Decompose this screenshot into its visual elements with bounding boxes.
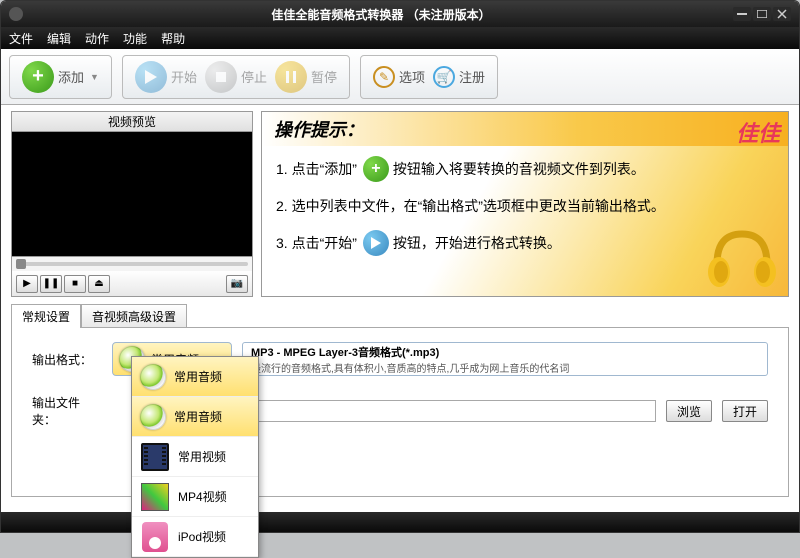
- pv-play-button[interactable]: ▶: [16, 275, 38, 293]
- settings-panel: 输出格式： 常用音频 ▼ MP3 - MPEG Layer-3音频格式(*.mp…: [11, 327, 789, 497]
- window-controls: [733, 7, 791, 21]
- add-label: 添加: [58, 67, 84, 86]
- cd-icon: [140, 404, 166, 430]
- tab-advanced[interactable]: 音视频高级设置: [81, 304, 187, 328]
- menu-file[interactable]: 文件: [9, 30, 33, 47]
- window-title: 佳佳全能音频格式转换器 （未注册版本）: [29, 6, 733, 23]
- stop-button[interactable]: 停止: [201, 61, 271, 93]
- pv-pause-button[interactable]: ❚❚: [40, 275, 62, 293]
- wrench-icon: ✎: [373, 66, 395, 88]
- toolbar: + 添加 ▼ 开始 停止 暂停 ✎ 选项: [1, 49, 799, 105]
- pause-label: 暂停: [311, 67, 337, 86]
- menu-function[interactable]: 功能: [123, 30, 147, 47]
- start-button[interactable]: 开始: [131, 61, 201, 93]
- mp4-icon: [141, 483, 169, 511]
- minimize-button[interactable]: [733, 7, 751, 21]
- format-desc: 最流行的音频格式,具有体积小,音质高的特点,几乎成为网上音乐的代名词: [251, 360, 759, 375]
- tips-body: 1. 点击“添加” + 按钮输入将要转换的音视频文件到列表。 2. 选中列表中文…: [262, 146, 788, 297]
- format-name: MP3 - MPEG Layer-3音频格式(*.mp3): [251, 344, 759, 360]
- preview-controls: ▶ ❚❚ ■ ⏏ 📷: [11, 271, 253, 297]
- close-button[interactable]: [773, 7, 791, 21]
- output-folder-label: 输出文件夹：: [32, 394, 102, 428]
- dd-mp4-label: MP4视频: [178, 488, 227, 505]
- status-bar: [1, 512, 799, 532]
- pv-eject-button[interactable]: ⏏: [88, 275, 110, 293]
- open-button[interactable]: 打开: [722, 400, 768, 422]
- stop-icon: [205, 61, 237, 93]
- tips-header: 操作提示：: [262, 112, 788, 146]
- tab-basic[interactable]: 常规设置: [11, 304, 81, 328]
- options-button[interactable]: ✎ 选项: [369, 66, 429, 88]
- register-label: 注册: [459, 67, 485, 86]
- brand-logo: 佳佳: [736, 116, 780, 148]
- headphones-icon: [702, 224, 782, 294]
- preview-title: 视频预览: [11, 111, 253, 131]
- dd-video-label: 常用视频: [178, 448, 226, 465]
- options-label: 选项: [399, 67, 425, 86]
- title-bar: 佳佳全能音频格式转换器 （未注册版本）: [1, 1, 799, 27]
- plus-icon: +: [363, 156, 389, 182]
- settings-tabs: 常规设置 音视频高级设置: [11, 303, 789, 327]
- pause-icon: [275, 61, 307, 93]
- start-label: 开始: [171, 67, 197, 86]
- dropdown-item-audio-2[interactable]: 常用音频: [132, 397, 258, 437]
- dropdown-item-ipod[interactable]: iPod视频: [132, 517, 258, 557]
- dd-ipod-label: iPod视频: [178, 528, 226, 545]
- format-select[interactable]: MP3 - MPEG Layer-3音频格式(*.mp3) 最流行的音频格式,具…: [242, 342, 768, 376]
- tip-2: 2. 选中列表中文件，在“输出格式”选项框中更改当前输出格式。: [276, 196, 665, 216]
- play-icon: [135, 61, 167, 93]
- content-area: 视频预览 ▶ ❚❚ ■ ⏏ 📷 操作提示： 佳佳 1. 点击“添加” + 按钮输…: [1, 105, 799, 303]
- pv-snapshot-button[interactable]: 📷: [226, 275, 248, 293]
- dropdown-item-video[interactable]: 常用视频: [132, 437, 258, 477]
- add-button[interactable]: + 添加 ▼: [18, 61, 103, 93]
- output-folder-input[interactable]: [242, 400, 656, 422]
- dd-audio2-label: 常用音频: [174, 408, 222, 425]
- preview-slider[interactable]: [11, 257, 253, 271]
- maximize-button[interactable]: [753, 7, 771, 21]
- category-dropdown: 常用音频 常用音频 常用视频 MP4视频 iPod视频: [131, 356, 259, 558]
- film-icon: [141, 443, 169, 471]
- app-window: 佳佳全能音频格式转换器 （未注册版本） 文件 编辑 动作 功能 帮助 + 添加 …: [0, 0, 800, 533]
- preview-panel: 视频预览 ▶ ❚❚ ■ ⏏ 📷: [11, 111, 253, 297]
- plus-icon: +: [22, 61, 54, 93]
- dropdown-item-audio[interactable]: 常用音频: [132, 357, 258, 397]
- menu-help[interactable]: 帮助: [161, 30, 185, 47]
- stop-label: 停止: [241, 67, 267, 86]
- browse-button[interactable]: 浏览: [666, 400, 712, 422]
- pv-stop-button[interactable]: ■: [64, 275, 86, 293]
- register-button[interactable]: 🛒 注册: [429, 66, 489, 88]
- preview-screen: [11, 131, 253, 257]
- menu-bar: 文件 编辑 动作 功能 帮助: [1, 27, 799, 49]
- cd-icon: [140, 364, 166, 390]
- tip-1b: 按钮输入将要转换的音视频文件到列表。: [393, 159, 645, 179]
- dd-audio-label: 常用音频: [174, 368, 222, 385]
- pause-button[interactable]: 暂停: [271, 61, 341, 93]
- menu-edit[interactable]: 编辑: [47, 30, 71, 47]
- tip-3b: 按钮，开始进行格式转换。: [393, 233, 561, 253]
- play-icon: [363, 230, 389, 256]
- ipod-icon: [142, 522, 168, 552]
- tip-3a: 3. 点击“开始”: [276, 233, 357, 253]
- tips-panel: 操作提示： 佳佳 1. 点击“添加” + 按钮输入将要转换的音视频文件到列表。 …: [261, 111, 789, 297]
- menu-action[interactable]: 动作: [85, 30, 109, 47]
- tip-1a: 1. 点击“添加”: [276, 159, 357, 179]
- dropdown-item-mp4[interactable]: MP4视频: [132, 477, 258, 517]
- basket-icon: 🛒: [433, 66, 455, 88]
- chevron-down-icon: ▼: [90, 72, 99, 82]
- app-icon: [9, 7, 23, 21]
- output-format-label: 输出格式：: [32, 351, 102, 368]
